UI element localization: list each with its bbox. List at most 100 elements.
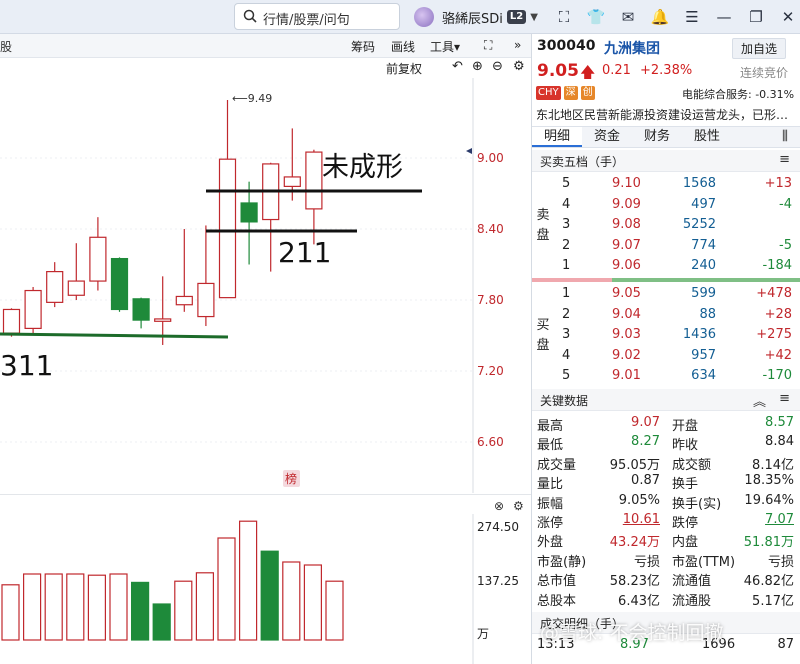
order-volume: 599	[691, 286, 716, 301]
shirt-icon[interactable]: 👕	[580, 6, 612, 28]
price-axis-label: 9.00	[477, 151, 504, 165]
candle-up[interactable]	[218, 158, 237, 299]
orderbook-row[interactable]: 1 9.05 599 +478	[554, 284, 800, 304]
order-volume: 1436	[682, 327, 716, 342]
candle-up[interactable]	[46, 271, 64, 303]
draw-line-button[interactable]: 画线	[391, 38, 415, 55]
adjust-mode[interactable]: 前复权	[386, 60, 422, 77]
order-price: 9.01	[612, 368, 641, 383]
stock-tab[interactable]: 股	[0, 38, 12, 55]
chevron-right-icon[interactable]: »	[514, 38, 521, 52]
order-level: 2	[562, 237, 571, 253]
volume-bar[interactable]	[44, 573, 63, 641]
fullscreen-icon[interactable]: ⛶	[548, 6, 580, 28]
order-level: 4	[562, 196, 571, 212]
restore-icon[interactable]: ❐	[740, 6, 772, 28]
candle-up[interactable]	[67, 280, 85, 296]
user-menu[interactable]: 骆絺辰SDi L2 ▼	[414, 6, 538, 28]
zoom-in-icon[interactable]: ⊕	[472, 59, 483, 74]
keydata-value: 亏损	[633, 554, 660, 570]
tab-character[interactable]: 股性	[682, 127, 732, 147]
expand-icon[interactable]: ⛶	[484, 38, 492, 53]
gear-icon[interactable]: ⚙	[513, 499, 524, 513]
menu-icon[interactable]: ☰	[676, 6, 708, 28]
search-icon	[243, 9, 257, 23]
volume-bar[interactable]	[260, 550, 279, 641]
chevron-up-icon[interactable]: ︽	[753, 391, 766, 410]
volume-bar[interactable]	[217, 537, 236, 641]
candle-down[interactable]	[110, 257, 129, 311]
stock-name[interactable]: 九洲集团	[604, 38, 660, 58]
volume-bar[interactable]	[195, 572, 214, 641]
orderbook-row[interactable]: 5 9.01 634 -170	[554, 366, 800, 386]
candle-down[interactable]	[132, 298, 150, 321]
tab-detail[interactable]: 明细	[532, 127, 582, 147]
minimize-icon[interactable]: —	[708, 6, 740, 28]
annotation-label-mid: 211	[278, 236, 331, 269]
candle-up[interactable]	[175, 295, 193, 306]
volume-bar[interactable]	[23, 573, 42, 641]
volume-bar[interactable]	[66, 573, 85, 641]
candle-up[interactable]	[24, 289, 42, 330]
volume-bar[interactable]	[325, 580, 344, 641]
zoom-out-icon[interactable]: ⊖	[492, 59, 503, 74]
candle-up[interactable]	[305, 151, 323, 210]
tab-finance[interactable]: 财务	[632, 127, 682, 147]
close-icon[interactable]: ✕	[772, 6, 800, 28]
tools-menu[interactable]: 工具▾	[430, 38, 460, 55]
orderbook-row[interactable]: 5 9.10 1568 +13	[554, 174, 800, 194]
candlestick-chart[interactable]: 9.00 8.40 7.80 7.20 6.60 未成形 211 311 ⟵9.49 榜	[0, 78, 531, 493]
sector-info[interactable]: 电能综合服务: -0.31%	[682, 86, 794, 102]
sell-side-label: 卖盘	[532, 206, 554, 246]
candle-up[interactable]	[154, 318, 172, 322]
close-icon[interactable]: ⊗	[494, 499, 504, 513]
level-badge: L2	[506, 10, 527, 24]
layout-icon[interactable]: ⫼	[770, 127, 800, 147]
candle-down[interactable]	[240, 202, 258, 223]
orderbook-row[interactable]: 3 9.08 5252	[554, 215, 800, 235]
order-level: 3	[562, 217, 571, 232]
keydata-label: 市盈(静)	[537, 554, 587, 570]
candle-up[interactable]	[89, 236, 107, 282]
candle-up[interactable]	[197, 282, 215, 318]
menu-icon[interactable]: ≡	[779, 391, 790, 406]
volume-bar[interactable]	[174, 580, 193, 641]
keydata-value: 43.24万	[609, 535, 660, 551]
keydata-value: 0.87	[631, 473, 660, 489]
undo-icon[interactable]: ↶	[452, 59, 463, 74]
orderbook-row[interactable]: 4 9.02 957 +42	[554, 346, 800, 366]
annotation-label-top: 未成形	[322, 152, 403, 183]
keydata-label: 开盘	[672, 419, 699, 434]
rank-badge[interactable]: 榜	[285, 471, 297, 486]
search-box[interactable]: 行情/股票/问句	[234, 3, 400, 30]
keydata-title: 关键数据	[540, 394, 589, 408]
orderbook-title: 买卖五档（手）	[540, 155, 625, 169]
orderbook-row[interactable]: 2 9.04 88 +28	[554, 305, 800, 325]
candle-up[interactable]	[283, 176, 301, 188]
volume-bar[interactable]	[87, 574, 107, 641]
orderbook-row[interactable]: 4 9.09 497 -4	[554, 195, 800, 215]
menu-icon[interactable]: ≡	[779, 152, 790, 167]
volume-bar[interactable]	[109, 573, 128, 641]
price-axis-label: 8.40	[477, 222, 504, 236]
volume-bar[interactable]	[303, 564, 322, 641]
volume-bar[interactable]	[239, 520, 258, 641]
gear-icon[interactable]: ⚙	[513, 59, 525, 74]
candle-up[interactable]	[2, 308, 21, 334]
bell-icon[interactable]: 🔔	[644, 6, 676, 28]
add-watchlist-button[interactable]: 加自选	[732, 38, 787, 59]
keydata-value: 19.64%	[744, 492, 794, 508]
volume-bar[interactable]	[131, 581, 150, 641]
chips-button[interactable]: 筹码	[351, 38, 375, 55]
keydata-row: 市盈(静) 亏损 市盈(TTM) 亏损	[532, 550, 800, 570]
orderbook-row[interactable]: 3 9.03 1436 +275	[554, 325, 800, 345]
tab-funds[interactable]: 资金	[582, 127, 632, 147]
orderbook-row[interactable]: 1 9.06 240 -184	[554, 256, 800, 276]
volume-bar[interactable]	[282, 561, 301, 641]
volume-bar[interactable]	[1, 584, 20, 641]
mail-icon[interactable]: ✉	[612, 6, 644, 28]
orderbook-row[interactable]: 2 9.07 774 -5	[554, 236, 800, 256]
volume-chart[interactable]: 274.50 137.25 万	[0, 514, 531, 664]
volume-bar[interactable]	[152, 603, 171, 641]
news-headline[interactable]: 东北地区民营新能源投资建设运营龙头，已形…	[536, 106, 798, 123]
